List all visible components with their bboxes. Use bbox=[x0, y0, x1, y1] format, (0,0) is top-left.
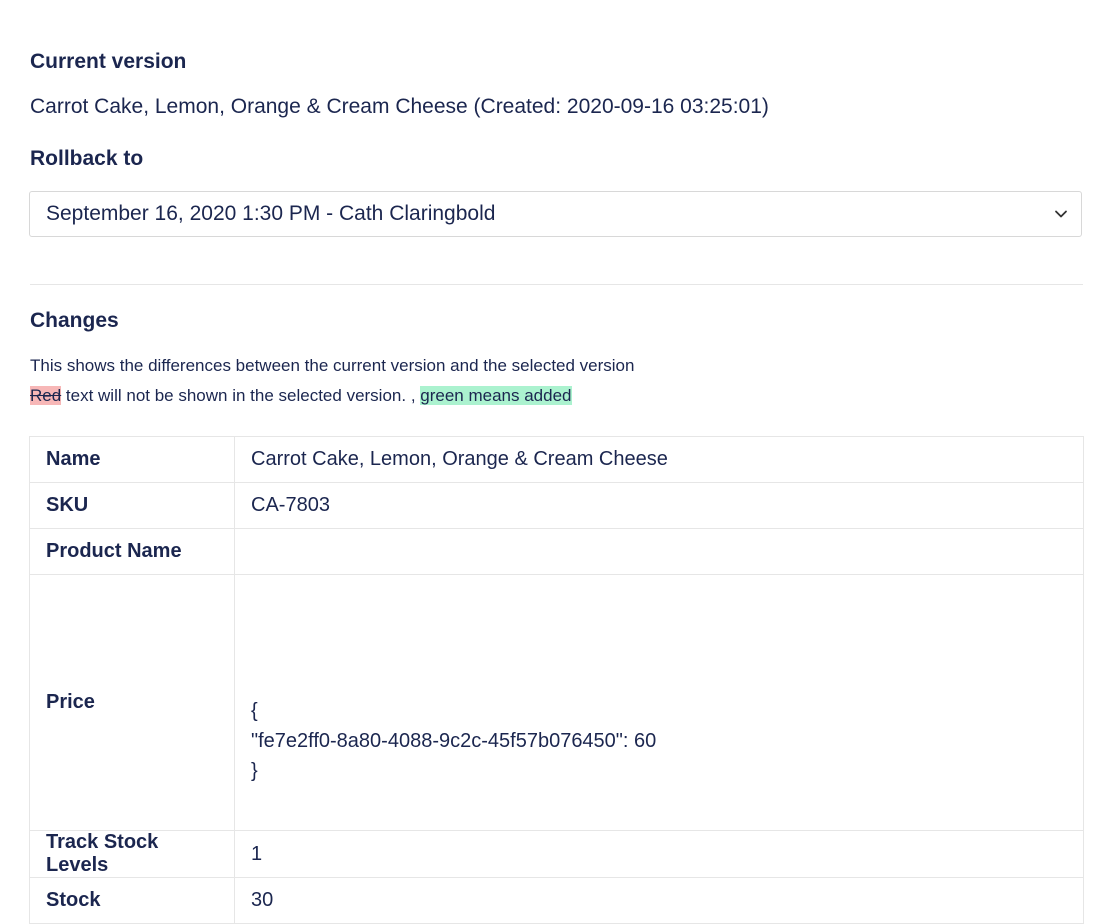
row-key: Track Stock Levels bbox=[29, 830, 235, 878]
changes-legend: Red text will not be shown in the select… bbox=[30, 386, 572, 406]
table-row: SKU CA-7803 bbox=[29, 482, 1084, 529]
row-key: Stock bbox=[29, 877, 235, 924]
row-key: Product Name bbox=[29, 528, 235, 575]
rollback-heading: Rollback to bbox=[30, 147, 144, 170]
row-value: 30 bbox=[234, 877, 1084, 924]
changes-table: Name Carrot Cake, Lemon, Orange & Cream … bbox=[29, 436, 1084, 924]
changes-heading: Changes bbox=[30, 309, 119, 332]
price-line: } bbox=[251, 759, 258, 782]
current-version-heading: Current version bbox=[30, 50, 187, 73]
table-row: Track Stock Levels 1 bbox=[29, 830, 1084, 878]
current-version-text: Carrot Cake, Lemon, Orange & Cream Chees… bbox=[30, 95, 769, 118]
row-key: SKU bbox=[29, 482, 235, 529]
added-legend-text: green means added bbox=[420, 386, 572, 405]
table-row: Product Name bbox=[29, 528, 1084, 575]
table-row: Stock 30 bbox=[29, 877, 1084, 924]
version-rollback-page: Current version Carrot Cake, Lemon, Oran… bbox=[0, 0, 1102, 924]
changes-description: This shows the differences between the c… bbox=[30, 356, 635, 375]
row-value: Carrot Cake, Lemon, Orange & Cream Chees… bbox=[234, 436, 1084, 483]
price-json-value: { "fe7e2ff0-8a80-4088-9c2c-45f57b076450"… bbox=[251, 620, 1067, 786]
table-row: Name Carrot Cake, Lemon, Orange & Cream … bbox=[29, 436, 1084, 483]
row-value: { "fe7e2ff0-8a80-4088-9c2c-45f57b076450"… bbox=[234, 574, 1084, 831]
row-key: Name bbox=[29, 436, 235, 483]
price-line: "fe7e2ff0-8a80-4088-9c2c-45f57b076450": … bbox=[251, 729, 657, 752]
price-line: { bbox=[251, 699, 258, 722]
rollback-version-select[interactable]: September 16, 2020 1:30 PM - Cath Clarin… bbox=[29, 191, 1082, 237]
row-key: Price bbox=[29, 574, 235, 831]
row-value: CA-7803 bbox=[234, 482, 1084, 529]
section-divider bbox=[30, 284, 1083, 285]
row-value bbox=[234, 528, 1084, 575]
rollback-selected-value: September 16, 2020 1:30 PM - Cath Clarin… bbox=[46, 202, 496, 225]
table-row: Price { "fe7e2ff0-8a80-4088-9c2c-45f57b0… bbox=[29, 574, 1084, 831]
row-value: 1 bbox=[234, 830, 1084, 878]
chevron-down-icon bbox=[1055, 210, 1067, 218]
removed-legend-word: Red bbox=[30, 386, 62, 405]
legend-middle-text: text will not be shown in the selected v… bbox=[61, 386, 421, 405]
